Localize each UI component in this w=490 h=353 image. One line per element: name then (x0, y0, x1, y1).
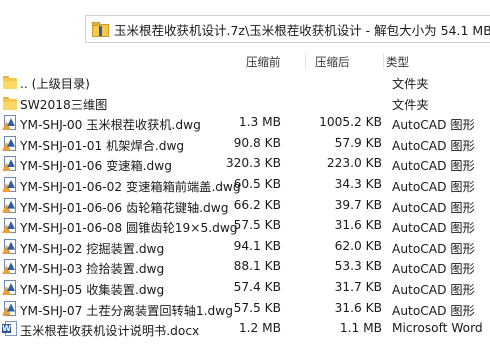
file-row[interactable]: YM-SHJ-01-06 变速箱.dwg 320.3 KB 223.0 KB Auto… (0, 154, 490, 175)
file-name: YM-SHJ-01-06-06 齿轮箱花键轴.dwg (20, 200, 229, 215)
dwg-file-icon (2, 156, 17, 172)
dwg-file-icon (2, 135, 17, 151)
file-row[interactable]: YM-SHJ-01-06-08 圆锥齿轮19×5.dwg 57.5 KB 31.6 … (0, 216, 490, 237)
file-row[interactable]: YM-SHJ-01-06-06 齿轮箱花键轴.dwg 66.2 KB 39.7 KB… (0, 196, 490, 217)
header-divider[interactable] (305, 53, 306, 69)
original-size: 88.1 KB (233, 259, 281, 274)
file-name: YM-SHJ-03 捡拾装置.dwg (20, 262, 165, 277)
compressed-size: 62.0 KB (334, 238, 382, 253)
compressed-size: 39.7 KB (334, 197, 382, 212)
original-size: 57.4 KB (233, 279, 281, 294)
file-name: YM-SHJ-01-06-02 变速箱箱前端盖.dwg (20, 179, 241, 194)
compressed-size: 223.0 KB (326, 156, 382, 171)
original-size: 94.1 KB (233, 238, 281, 253)
address-path: 玉米根茬收获机设计.7z\玉米根茬收获机设计 - 解包大小为 54.1 MB (114, 22, 490, 38)
folder-icon (2, 95, 17, 110)
original-size: 66.2 KB (233, 197, 281, 212)
dwg-file-icon (2, 279, 17, 295)
file-name: 玉米根茬收获机设计说明书.docx (20, 324, 200, 339)
dwg-file-icon (2, 176, 17, 192)
compressed-size: 57.9 KB (334, 135, 382, 150)
folder-icon (2, 74, 17, 89)
compressed-size: 1005.2 KB (319, 115, 382, 130)
file-type: AutoCAD 图形 (392, 241, 475, 256)
file-row[interactable]: YM-SHJ-03 捡拾装置.dwg 88.1 KB 53.3 KB AutoCAD … (0, 257, 490, 278)
file-row[interactable]: SW2018三维图 文件夹 (0, 93, 490, 114)
file-type: Microsoft Word (392, 321, 483, 336)
compressed-size: 53.3 KB (334, 259, 382, 274)
dwg-file-icon (2, 259, 17, 275)
file-type: 文件夹 (392, 77, 429, 91)
original-size: 90.8 KB (233, 135, 281, 150)
docx-file-icon: W (2, 321, 17, 337)
archive-icon (92, 21, 109, 37)
file-name: SW2018三维图 (20, 97, 108, 112)
address-bar[interactable]: 玉米根茬收获机设计.7z\玉米根茬收获机设计 - 解包大小为 54.1 MB (85, 15, 490, 43)
file-list: .. (上级目录) 文件夹 SW2018三维图 文件夹 YM-SHJ-00 玉米根茬收获… (0, 72, 490, 340)
dwg-file-icon (2, 238, 17, 254)
file-row[interactable]: YM-SHJ-02 挖掘装置.dwg 94.1 KB 62.0 KB AutoCAD … (0, 237, 490, 258)
file-name: YM-SHJ-00 玉米根茬收获机.dwg (20, 118, 201, 133)
dwg-file-icon (2, 218, 17, 234)
file-type: AutoCAD 图形 (392, 159, 475, 174)
file-row[interactable]: .. (上级目录) 文件夹 (0, 72, 490, 93)
dwg-file-icon (2, 300, 17, 316)
original-size: 57.5 KB (233, 300, 281, 315)
file-name: YM-SHJ-01-06-08 圆锥齿轮19×5.dwg (20, 221, 238, 236)
file-name: YM-SHJ-05 收集装置.dwg (20, 282, 165, 297)
file-name: .. (上级目录) (20, 77, 90, 91)
file-type: AutoCAD 图形 (392, 262, 475, 277)
dwg-file-icon (2, 197, 17, 213)
file-type: AutoCAD 图形 (392, 138, 475, 153)
file-row[interactable]: YM-SHJ-01-01 机架焊合.dwg 90.8 KB 57.9 KB AutoC… (0, 134, 490, 155)
file-name: YM-SHJ-02 挖掘装置.dwg (20, 241, 165, 256)
file-row[interactable]: W 玉米根茬收获机设计说明书.docx 1.2 MB 1.1 MB Microsoft … (0, 319, 490, 340)
header-original-size[interactable]: 压缩前 (246, 54, 281, 70)
file-type: AutoCAD 图形 (392, 303, 475, 318)
file-name: YM-SHJ-01-01 机架焊合.dwg (20, 138, 185, 153)
original-size: 1.3 MB (238, 115, 281, 130)
file-type: AutoCAD 图形 (392, 200, 475, 215)
file-name: YM-SHJ-07 土茬分离装置回转轴1.dwg (20, 303, 233, 318)
file-type: AutoCAD 图形 (392, 221, 475, 236)
compressed-size: 31.6 KB (334, 300, 382, 315)
file-row[interactable]: YM-SHJ-07 土茬分离装置回转轴1.dwg 57.5 KB 31.6 KB Au… (0, 299, 490, 320)
file-type: AutoCAD 图形 (392, 282, 475, 297)
file-type: AutoCAD 图形 (392, 179, 475, 194)
compressed-size: 31.6 KB (334, 218, 382, 233)
file-row[interactable]: YM-SHJ-00 玉米根茬收获机.dwg 1.3 MB 1005.2 KB Auto… (0, 113, 490, 134)
header-divider[interactable] (383, 53, 384, 69)
original-size: 320.3 KB (225, 156, 281, 171)
original-size: 57.5 KB (233, 218, 281, 233)
file-row[interactable]: YM-SHJ-01-06-02 变速箱箱前端盖.dwg 60.5 KB 34.3 K… (0, 175, 490, 196)
dwg-file-icon (2, 115, 17, 131)
header-type[interactable]: 类型 (386, 54, 409, 70)
column-header: 压缩前 压缩后 类型 (0, 51, 490, 71)
compressed-size: 34.3 KB (334, 176, 382, 191)
file-type: AutoCAD 图形 (392, 118, 475, 133)
file-type: 文件夹 (392, 97, 429, 112)
file-name: YM-SHJ-01-06 变速箱.dwg (20, 159, 172, 174)
compressed-size: 31.7 KB (334, 279, 382, 294)
original-size: 1.2 MB (238, 321, 281, 336)
compressed-size: 1.1 MB (339, 321, 382, 336)
file-row[interactable]: YM-SHJ-05 收集装置.dwg 57.4 KB 31.7 KB AutoCAD … (0, 278, 490, 299)
original-size: 60.5 KB (233, 176, 281, 191)
header-compressed-size[interactable]: 压缩后 (315, 54, 350, 70)
